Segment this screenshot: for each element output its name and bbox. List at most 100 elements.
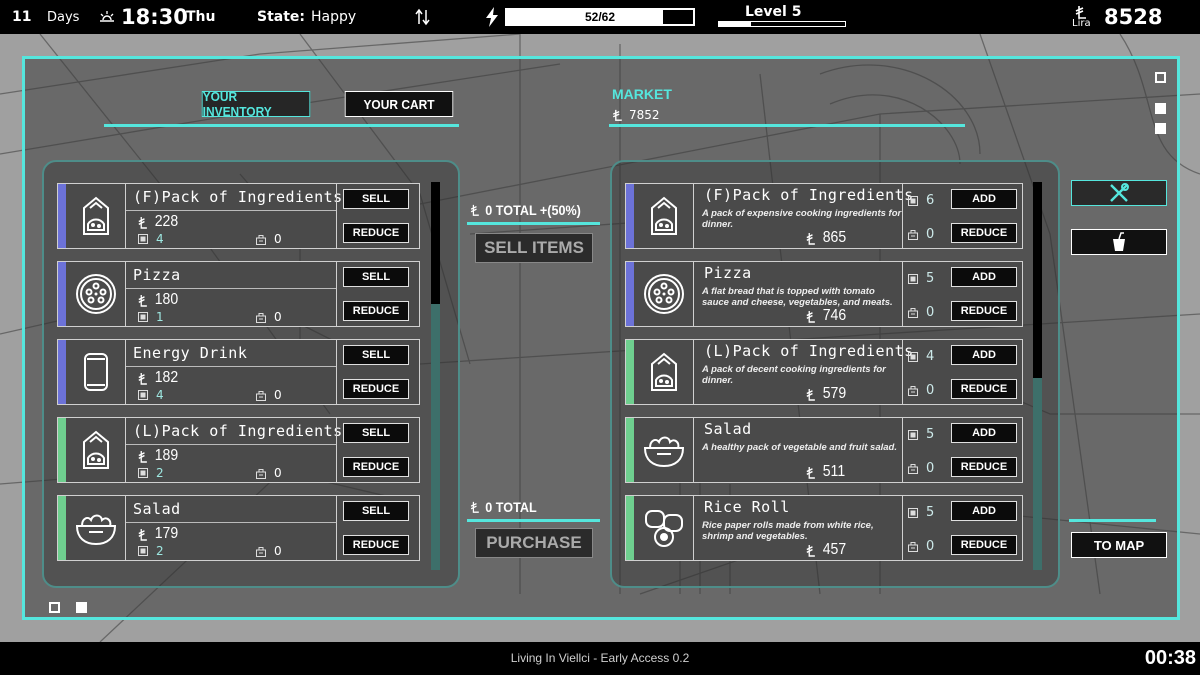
lira-icon xyxy=(612,109,622,121)
item-description: A flat bread that is topped with tomato … xyxy=(702,286,893,308)
reduce-button[interactable]: REDUCE xyxy=(343,535,409,555)
add-button[interactable]: ADD xyxy=(951,423,1017,443)
item-cart-value: 0 xyxy=(926,305,935,320)
name-divider xyxy=(126,366,336,367)
item-name: Rice Roll xyxy=(704,498,790,516)
lira-icon xyxy=(470,204,479,216)
name-divider xyxy=(126,522,336,523)
card-divider xyxy=(336,340,337,404)
name-divider xyxy=(126,210,336,211)
ingredients-bag-icon xyxy=(634,184,694,248)
menu-square-2[interactable] xyxy=(1155,123,1166,134)
page-indicator-2[interactable] xyxy=(76,602,87,613)
sell-button[interactable]: SELL xyxy=(343,189,409,209)
item-cart-value: 0 xyxy=(926,539,935,554)
reduce-button[interactable]: REDUCE xyxy=(343,457,409,477)
reduce-button[interactable]: REDUCE xyxy=(343,379,409,399)
drink-category-button[interactable] xyxy=(1071,229,1167,255)
card-divider xyxy=(902,340,903,404)
stock-box-icon xyxy=(908,507,918,518)
reduce-button[interactable]: REDUCE xyxy=(343,301,409,321)
lira-amount: 8528 xyxy=(1104,5,1163,29)
market-item-card: (L)Pack of Ingredients A pack of decent … xyxy=(625,339,1023,405)
stock-box-icon xyxy=(138,390,148,400)
level-progress-bar xyxy=(718,21,846,27)
lira-icon xyxy=(138,372,147,385)
item-price-value: 189 xyxy=(154,447,179,464)
item-name: Pizza xyxy=(133,266,181,284)
drink-cup-icon xyxy=(1113,232,1125,251)
item-price: 865 xyxy=(806,229,846,247)
inventory-item-card: (L)Pack of Ingredients 189 2 0 SELL REDU… xyxy=(57,417,420,483)
item-stock: 5 xyxy=(908,271,934,286)
reduce-button[interactable]: REDUCE xyxy=(951,457,1017,477)
add-button[interactable]: ADD xyxy=(951,345,1017,365)
item-stock-value: 5 xyxy=(926,271,935,286)
item-cart-count: 0 xyxy=(908,539,934,554)
inventory-scroll-thumb[interactable] xyxy=(431,182,440,304)
add-button[interactable]: ADD xyxy=(951,501,1017,521)
lira-icon xyxy=(806,544,815,557)
can-icon xyxy=(66,340,126,404)
tier-stripe xyxy=(58,184,66,248)
item-name: (L)Pack of Ingredients xyxy=(704,342,914,360)
reduce-button[interactable]: REDUCE xyxy=(951,535,1017,555)
reduce-button[interactable]: REDUCE xyxy=(951,379,1017,399)
sort-arrows-icon[interactable] xyxy=(414,0,432,34)
lira-icon xyxy=(806,232,815,245)
page-indicator-1[interactable] xyxy=(49,602,60,613)
salad-bowl-icon xyxy=(66,496,126,560)
item-stock: 4 xyxy=(138,388,164,402)
item-cart-value: 0 xyxy=(274,466,282,480)
item-stock: 1 xyxy=(138,310,164,324)
reduce-button[interactable]: REDUCE xyxy=(951,223,1017,243)
stock-box-icon xyxy=(138,234,148,244)
item-cart-count: 0 xyxy=(908,383,934,398)
cart-bag-icon xyxy=(256,390,266,401)
item-price: 511 xyxy=(806,463,845,481)
item-stock-value: 2 xyxy=(156,466,164,480)
item-cart-value: 0 xyxy=(274,232,282,246)
cart-bag-icon xyxy=(908,386,918,396)
inventory-item-card: Salad 179 2 0 SELL REDUCE xyxy=(57,495,420,561)
reduce-button[interactable]: REDUCE xyxy=(951,301,1017,321)
sell-button[interactable]: SELL xyxy=(343,501,409,521)
item-price: 180 xyxy=(138,291,178,309)
tier-stripe xyxy=(626,418,634,482)
item-price-value: 457 xyxy=(822,541,847,558)
market-item-card: Pizza A flat bread that is topped with t… xyxy=(625,261,1023,327)
sell-button[interactable]: SELL xyxy=(343,423,409,443)
level-progress-fill xyxy=(719,22,751,26)
item-cart-value: 0 xyxy=(926,227,935,242)
sell-items-button[interactable]: SELL ITEMS xyxy=(475,233,593,263)
utensils-icon xyxy=(1110,183,1129,202)
sell-button[interactable]: SELL xyxy=(343,267,409,287)
item-price-value: 228 xyxy=(154,213,179,230)
item-description: A pack of expensive cooking ingredients … xyxy=(702,208,902,230)
card-divider xyxy=(336,496,337,560)
name-divider xyxy=(126,288,336,289)
cart-bag-icon xyxy=(908,542,918,552)
salad-bowl-icon xyxy=(634,418,694,482)
reduce-button[interactable]: REDUCE xyxy=(343,223,409,243)
tab-your-cart[interactable]: YOUR CART xyxy=(344,91,454,117)
purchase-button[interactable]: PURCHASE xyxy=(475,528,593,558)
card-divider xyxy=(336,262,337,326)
menu-toggle-square[interactable] xyxy=(1155,72,1166,83)
item-cart-count: 0 xyxy=(908,461,934,476)
item-cart-count: 0 xyxy=(256,388,282,402)
tab-your-inventory[interactable]: YOUR INVENTORY xyxy=(201,89,311,119)
sell-button[interactable]: SELL xyxy=(343,345,409,365)
item-cart-count: 0 xyxy=(256,466,282,480)
market-item-card: Salad A healthy pack of vegetable and fr… xyxy=(625,417,1023,483)
add-button[interactable]: ADD xyxy=(951,189,1017,209)
item-name: (F)Pack of Ingredients xyxy=(133,188,343,206)
to-map-button[interactable]: TO MAP xyxy=(1071,532,1167,558)
menu-square-1[interactable] xyxy=(1155,103,1166,114)
food-category-button[interactable] xyxy=(1071,180,1167,206)
add-button[interactable]: ADD xyxy=(951,267,1017,287)
market-amount: 7852 xyxy=(629,108,660,122)
item-stock: 4 xyxy=(138,232,164,246)
market-scroll-thumb[interactable] xyxy=(1033,182,1042,378)
session-clock: 00:38 xyxy=(1144,647,1196,669)
